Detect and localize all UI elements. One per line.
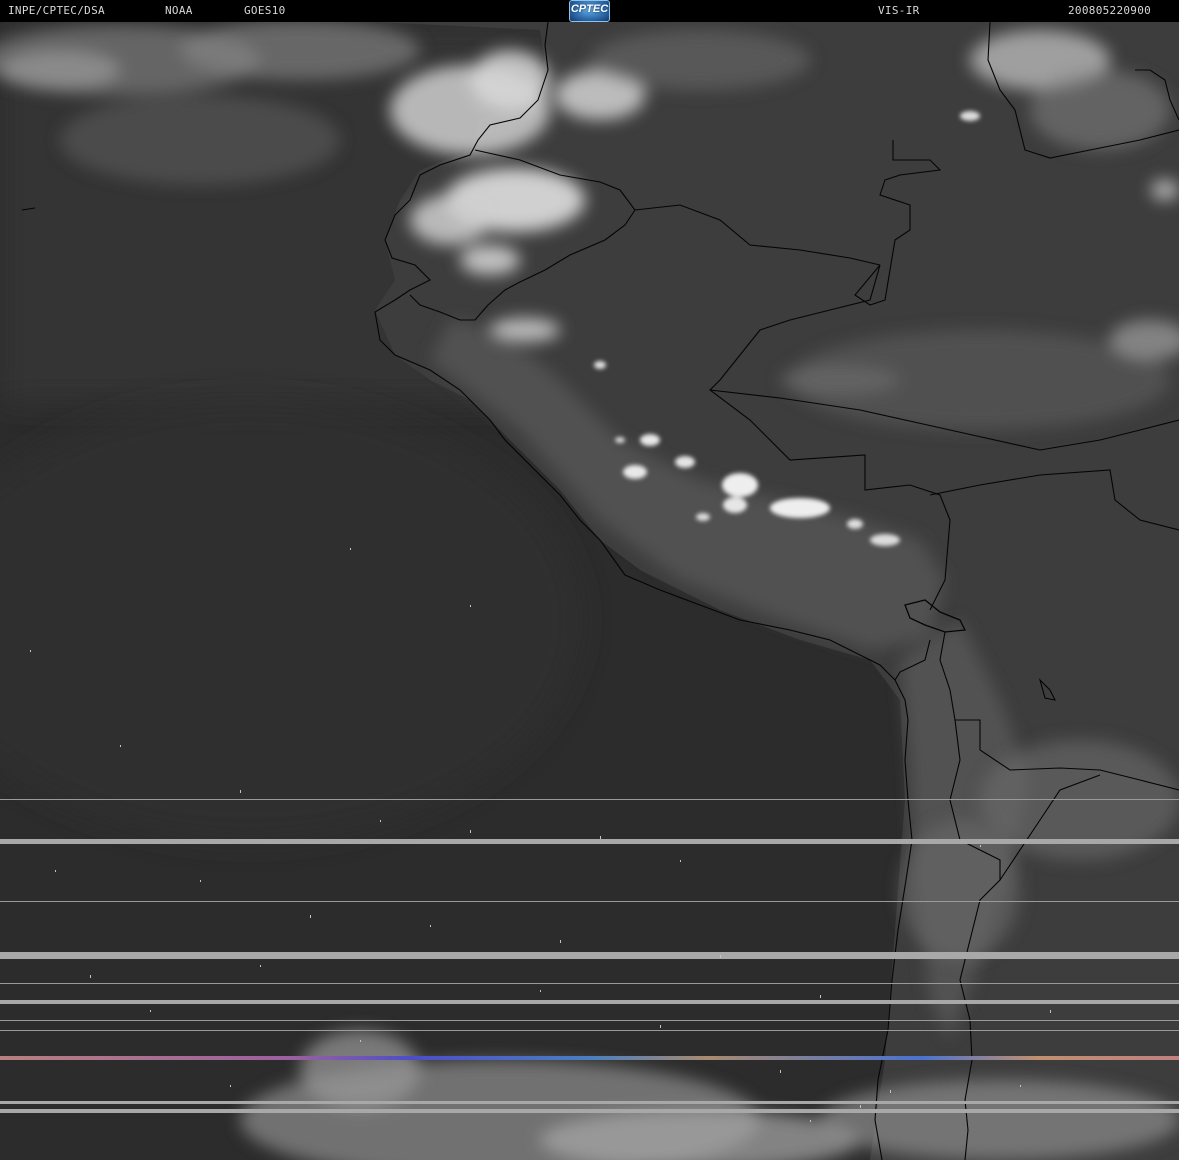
- satellite-image-frame: INPE/CPTEC/DSA NOAA GOES10 VIS-IR 200805…: [0, 0, 1179, 1160]
- org-label: INPE/CPTEC/DSA: [8, 4, 105, 17]
- timestamp-label: 200805220900: [1068, 4, 1152, 17]
- cptec-logo: CPTEC: [569, 0, 610, 22]
- satellite-map: [0, 22, 1179, 1160]
- agency-label: NOAA: [165, 4, 193, 17]
- channel-label: VIS-IR: [878, 4, 920, 17]
- logo-text: CPTEC: [570, 3, 609, 15]
- satellite-label: GOES10: [244, 4, 286, 17]
